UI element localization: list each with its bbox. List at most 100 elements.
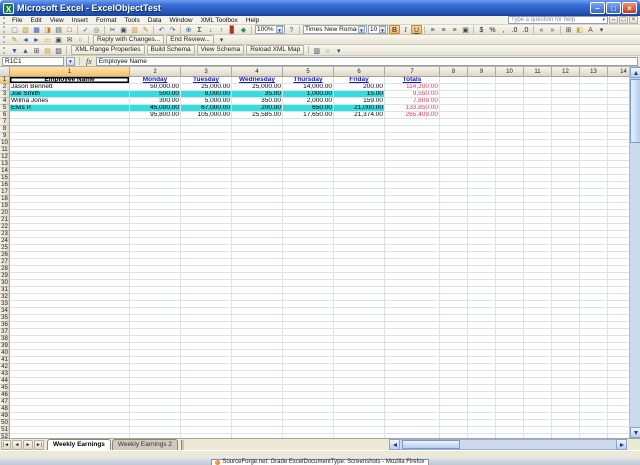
- cell-r17c6[interactable]: [334, 189, 385, 196]
- cell-r38c7[interactable]: [385, 336, 440, 343]
- cell-r48c8[interactable]: [440, 406, 468, 413]
- cell-r6c7[interactable]: 265,409.00: [385, 112, 440, 119]
- cell-r16c11[interactable]: [524, 182, 552, 189]
- cell-r32c13[interactable]: [580, 294, 608, 301]
- cell-r17c11[interactable]: [524, 189, 552, 196]
- cell-r35c7[interactable]: [385, 315, 440, 322]
- cell-r40c10[interactable]: [496, 350, 524, 357]
- cell-r36c2[interactable]: [130, 322, 181, 329]
- decrease-decimal-icon[interactable]: .0: [520, 25, 531, 34]
- cell-r29c3[interactable]: [181, 273, 232, 280]
- cell-r34c6[interactable]: [334, 308, 385, 315]
- cell-r16c3[interactable]: [181, 182, 232, 189]
- cell-r8c9[interactable]: [468, 126, 496, 133]
- cell-r3c9[interactable]: [468, 91, 496, 98]
- cell-r6c12[interactable]: [552, 112, 580, 119]
- cell-r33c5[interactable]: [283, 301, 334, 308]
- cell-r14c11[interactable]: [524, 168, 552, 175]
- cell-r8c5[interactable]: [283, 126, 334, 133]
- cell-r14c12[interactable]: [552, 168, 580, 175]
- cell-r25c7[interactable]: [385, 245, 440, 252]
- cell-r6c3[interactable]: 105,000.00: [181, 112, 232, 119]
- underline-icon[interactable]: U: [411, 25, 422, 34]
- cell-r52c12[interactable]: [552, 434, 580, 438]
- cell-r49c4[interactable]: [232, 413, 283, 420]
- cell-r9c4[interactable]: [232, 133, 283, 140]
- cell-r51c6[interactable]: [334, 427, 385, 434]
- cell-r14c9[interactable]: [468, 168, 496, 175]
- row-header-23[interactable]: 23: [0, 231, 10, 238]
- cell-r9c5[interactable]: [283, 133, 334, 140]
- new-icon[interactable]: ▢: [9, 25, 20, 34]
- cell-r29c1[interactable]: [10, 273, 130, 280]
- cell-r11c7[interactable]: [385, 147, 440, 154]
- cell-r4c5[interactable]: 2,000.00: [283, 98, 334, 105]
- cell-r41c13[interactable]: [580, 357, 608, 364]
- row-header-9[interactable]: 9: [0, 133, 10, 140]
- cell-r27c5[interactable]: [283, 259, 334, 266]
- cell-r34c11[interactable]: [524, 308, 552, 315]
- cell-r22c6[interactable]: [334, 224, 385, 231]
- cell-r38c12[interactable]: [552, 336, 580, 343]
- cell-r21c8[interactable]: [440, 217, 468, 224]
- merge-and-center-icon[interactable]: ▣: [460, 25, 471, 34]
- cell-r11c1[interactable]: [10, 147, 130, 154]
- menu-format[interactable]: Format: [92, 16, 121, 25]
- cell-r7c8[interactable]: [440, 119, 468, 126]
- cell-r34c2[interactable]: [130, 308, 181, 315]
- cell-r49c3[interactable]: [181, 413, 232, 420]
- cell-r40c8[interactable]: [440, 350, 468, 357]
- cell-r26c4[interactable]: [232, 252, 283, 259]
- cell-r20c2[interactable]: [130, 210, 181, 217]
- cell-r1c4[interactable]: Wednesday: [232, 77, 283, 84]
- cell-r2c4[interactable]: 25,000.00: [232, 84, 283, 91]
- cell-r2c10[interactable]: [496, 84, 524, 91]
- cell-r39c7[interactable]: [385, 343, 440, 350]
- cell-r37c10[interactable]: [496, 329, 524, 336]
- cell-r10c9[interactable]: [468, 140, 496, 147]
- cell-r18c1[interactable]: [10, 196, 130, 203]
- cell-r29c10[interactable]: [496, 273, 524, 280]
- cell-r40c9[interactable]: [468, 350, 496, 357]
- select-all-corner[interactable]: [0, 67, 10, 77]
- cell-r14c5[interactable]: [283, 168, 334, 175]
- cell-r44c8[interactable]: [440, 378, 468, 385]
- cell-r15c6[interactable]: [334, 175, 385, 182]
- cell-r8c7[interactable]: [385, 126, 440, 133]
- cell-r4c3[interactable]: 5,000.00: [181, 98, 232, 105]
- cell-r34c5[interactable]: [283, 308, 334, 315]
- cell-r5c6[interactable]: 21,000.00: [334, 105, 385, 112]
- cell-r33c3[interactable]: [181, 301, 232, 308]
- row-header-39[interactable]: 39: [0, 343, 10, 350]
- cell-r34c7[interactable]: [385, 308, 440, 315]
- cell-r41c11[interactable]: [524, 357, 552, 364]
- cell-r39c8[interactable]: [440, 343, 468, 350]
- cell-r41c12[interactable]: [552, 357, 580, 364]
- cell-r47c6[interactable]: [334, 399, 385, 406]
- cell-r25c3[interactable]: [181, 245, 232, 252]
- cell-r36c6[interactable]: [334, 322, 385, 329]
- cell-r48c11[interactable]: [524, 406, 552, 413]
- cell-r51c5[interactable]: [283, 427, 334, 434]
- cell-r45c13[interactable]: [580, 385, 608, 392]
- cell-r24c1[interactable]: [10, 238, 130, 245]
- cell-r26c7[interactable]: [385, 252, 440, 259]
- edit-query-icon[interactable]: ▤: [42, 46, 53, 55]
- cell-r18c13[interactable]: [580, 196, 608, 203]
- cell-r32c11[interactable]: [524, 294, 552, 301]
- cell-r15c11[interactable]: [524, 175, 552, 182]
- cell-r20c7[interactable]: [385, 210, 440, 217]
- cell-r22c10[interactable]: [496, 224, 524, 231]
- cell-r34c12[interactable]: [552, 308, 580, 315]
- cell-r52c5[interactable]: [283, 434, 334, 438]
- cell-r12c12[interactable]: [552, 154, 580, 161]
- cell-r37c13[interactable]: [580, 329, 608, 336]
- cell-r17c13[interactable]: [580, 189, 608, 196]
- cell-r49c1[interactable]: [10, 413, 130, 420]
- cell-r20c11[interactable]: [524, 210, 552, 217]
- cell-r3c5[interactable]: 1,000.00: [283, 91, 334, 98]
- cell-r19c12[interactable]: [552, 203, 580, 210]
- cell-r35c3[interactable]: [181, 315, 232, 322]
- cell-r9c10[interactable]: [496, 133, 524, 140]
- cell-r33c2[interactable]: [130, 301, 181, 308]
